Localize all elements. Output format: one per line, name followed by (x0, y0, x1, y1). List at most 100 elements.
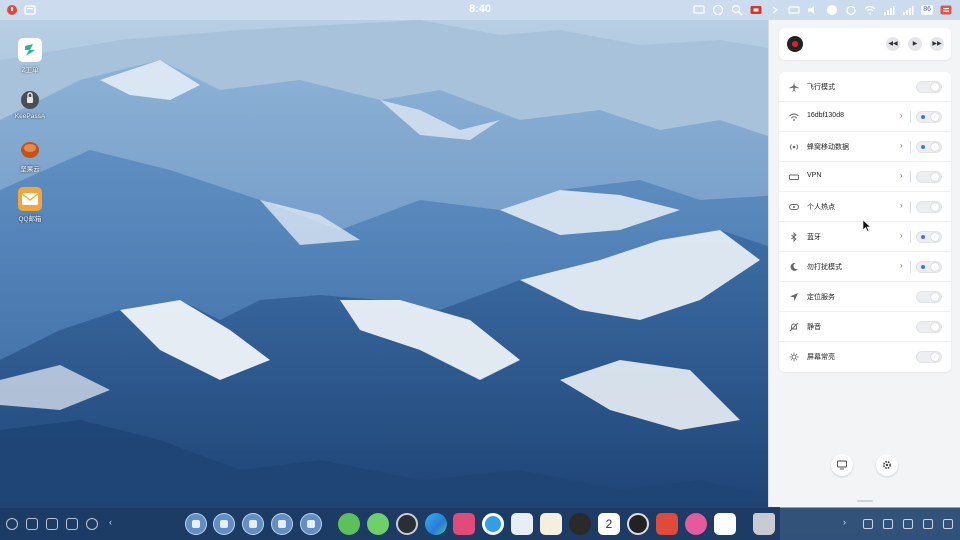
file-transfer-icon[interactable] (511, 513, 533, 535)
wifi-status-icon[interactable] (864, 4, 876, 16)
screen-projection-button[interactable] (831, 454, 853, 476)
desktop-icon-keepass[interactable]: KeePassA (8, 87, 52, 120)
airplane-icon (789, 82, 799, 92)
cloud-icon[interactable] (712, 4, 724, 16)
chevron-right-icon[interactable] (769, 4, 781, 16)
setting-row-location[interactable]: 定位服务 (779, 282, 951, 312)
setting-row-wifi[interactable]: 16dbf130d8 › (779, 102, 951, 132)
bluetooth-toggle[interactable] (916, 231, 942, 243)
dock-keyboard-icon[interactable] (242, 513, 264, 535)
dock-browser-icon[interactable] (213, 513, 235, 535)
desktop-icon-qqmail[interactable]: QQ邮箱 (8, 187, 52, 223)
chevron-right-icon[interactable]: › (843, 517, 846, 527)
ticket-app-icon (18, 38, 42, 62)
clipboard-tray-icon[interactable] (903, 519, 913, 529)
location-toggle[interactable] (916, 291, 942, 303)
control-panel: ◀◀ ▶ ▶▶ 飞行模式 16dbf130d8 › 蜂窝移动数据 › VPN ›… (768, 20, 960, 507)
bilibili-icon[interactable] (453, 513, 475, 535)
wifi-icon (789, 112, 799, 122)
chevron-right-icon[interactable]: › (900, 201, 903, 210)
dock-apps-grid-icon[interactable] (300, 513, 322, 535)
calendar-icon[interactable]: 2 (598, 513, 620, 535)
volume-icon[interactable] (807, 4, 819, 16)
toggle-switch-icon[interactable] (66, 518, 78, 530)
hotspot-icon (789, 202, 799, 212)
pet-icon[interactable] (86, 518, 98, 530)
desktop-icon-jianguoyun[interactable]: 坚果云 (8, 137, 52, 173)
location-icon (789, 292, 799, 302)
gift-icon[interactable] (656, 513, 678, 535)
ticket-dock-icon[interactable] (714, 513, 736, 535)
trash-icon[interactable] (753, 513, 775, 535)
notes-icon[interactable] (24, 4, 36, 16)
setting-row-cellular[interactable]: 蜂窝移动数据 › (779, 132, 951, 162)
desktop-icon-label: Z工单 (21, 67, 39, 74)
signal-icon-1 (883, 4, 895, 16)
panel-drag-handle[interactable] (857, 500, 873, 502)
launcher-icon[interactable] (6, 518, 18, 530)
cellular-toggle[interactable] (916, 141, 942, 153)
chevron-right-icon[interactable]: › (900, 111, 903, 120)
wechat-icon[interactable] (338, 513, 360, 535)
chevron-right-icon[interactable]: › (900, 141, 903, 150)
setting-row-screen-on[interactable]: 屏幕常亮 (779, 342, 951, 372)
search-tray-icon[interactable] (26, 518, 38, 530)
chevron-right-icon[interactable]: › (900, 261, 903, 270)
music-player-icon[interactable] (569, 513, 591, 535)
setting-row-dnd[interactable]: 勿打扰模式 › (779, 252, 951, 282)
dock-desktop-icon[interactable] (271, 513, 293, 535)
dnd-toggle[interactable] (916, 261, 942, 273)
bluetooth-icon (789, 232, 799, 242)
multitask-icon[interactable] (46, 518, 58, 530)
desktop-icon-label: KeePassA (14, 113, 46, 120)
previous-track-button[interactable]: ◀◀ (886, 37, 900, 51)
jianguoyun-icon (18, 137, 42, 161)
wechat-work-icon[interactable] (367, 513, 389, 535)
vpn-toggle[interactable] (916, 171, 942, 183)
screenshot-tray-icon[interactable] (863, 519, 873, 529)
folder-tray-icon[interactable] (883, 519, 893, 529)
mouse-cursor-icon (863, 220, 872, 232)
desktop-icon-label: 坚果云 (20, 166, 40, 173)
clock-icon[interactable] (627, 513, 649, 535)
chevron-left-icon[interactable]: ‹ (109, 517, 112, 527)
chevron-right-icon[interactable]: › (900, 171, 903, 180)
setting-row-airplane[interactable]: 飞行模式 (779, 72, 951, 102)
chevron-right-icon[interactable]: › (900, 231, 903, 240)
vpn-icon (789, 172, 799, 182)
setting-row-hotspot[interactable]: 个人热点 › (779, 192, 951, 222)
setting-label: 勿打扰模式 (807, 264, 842, 271)
mute-toggle[interactable] (916, 321, 942, 333)
setting-label: 静音 (807, 324, 821, 331)
control-center-icon[interactable] (940, 4, 952, 16)
setting-row-vpn[interactable]: VPN › (779, 162, 951, 192)
moon-icon (789, 262, 799, 272)
battery-indicator[interactable]: 86 (921, 5, 933, 15)
next-track-button[interactable]: ▶▶ (930, 37, 944, 51)
alarm-icon[interactable] (845, 4, 857, 16)
settings-button[interactable] (876, 454, 898, 476)
bluetooth-status-icon[interactable] (826, 4, 838, 16)
edge-browser-icon[interactable] (425, 513, 447, 535)
send-icon[interactable] (685, 513, 707, 535)
search-icon[interactable] (731, 4, 743, 16)
wifi-toggle[interactable] (916, 111, 942, 123)
setting-row-mute[interactable]: 静音 (779, 312, 951, 342)
steering-wheel-icon[interactable] (396, 513, 418, 535)
keyboard-icon[interactable] (788, 4, 800, 16)
play-button[interactable]: ▶ (908, 37, 922, 51)
screen-record-icon[interactable] (750, 4, 762, 16)
setting-label: 蓝牙 (807, 234, 821, 241)
notepad-icon[interactable] (540, 513, 562, 535)
screen-on-toggle[interactable] (916, 351, 942, 363)
notification-tray-icon[interactable] (923, 519, 933, 529)
airplane-toggle[interactable] (916, 81, 942, 93)
desktop-icon-ticket[interactable]: Z工单 (8, 38, 52, 74)
qq-browser-icon[interactable] (482, 513, 504, 535)
cast-icon[interactable] (693, 4, 705, 16)
show-desktop-icon[interactable] (943, 519, 953, 529)
dock-file-manager-icon[interactable] (185, 513, 207, 535)
hotspot-toggle[interactable] (916, 201, 942, 213)
system-menu-icon[interactable] (6, 4, 18, 16)
keepass-icon (18, 87, 42, 111)
